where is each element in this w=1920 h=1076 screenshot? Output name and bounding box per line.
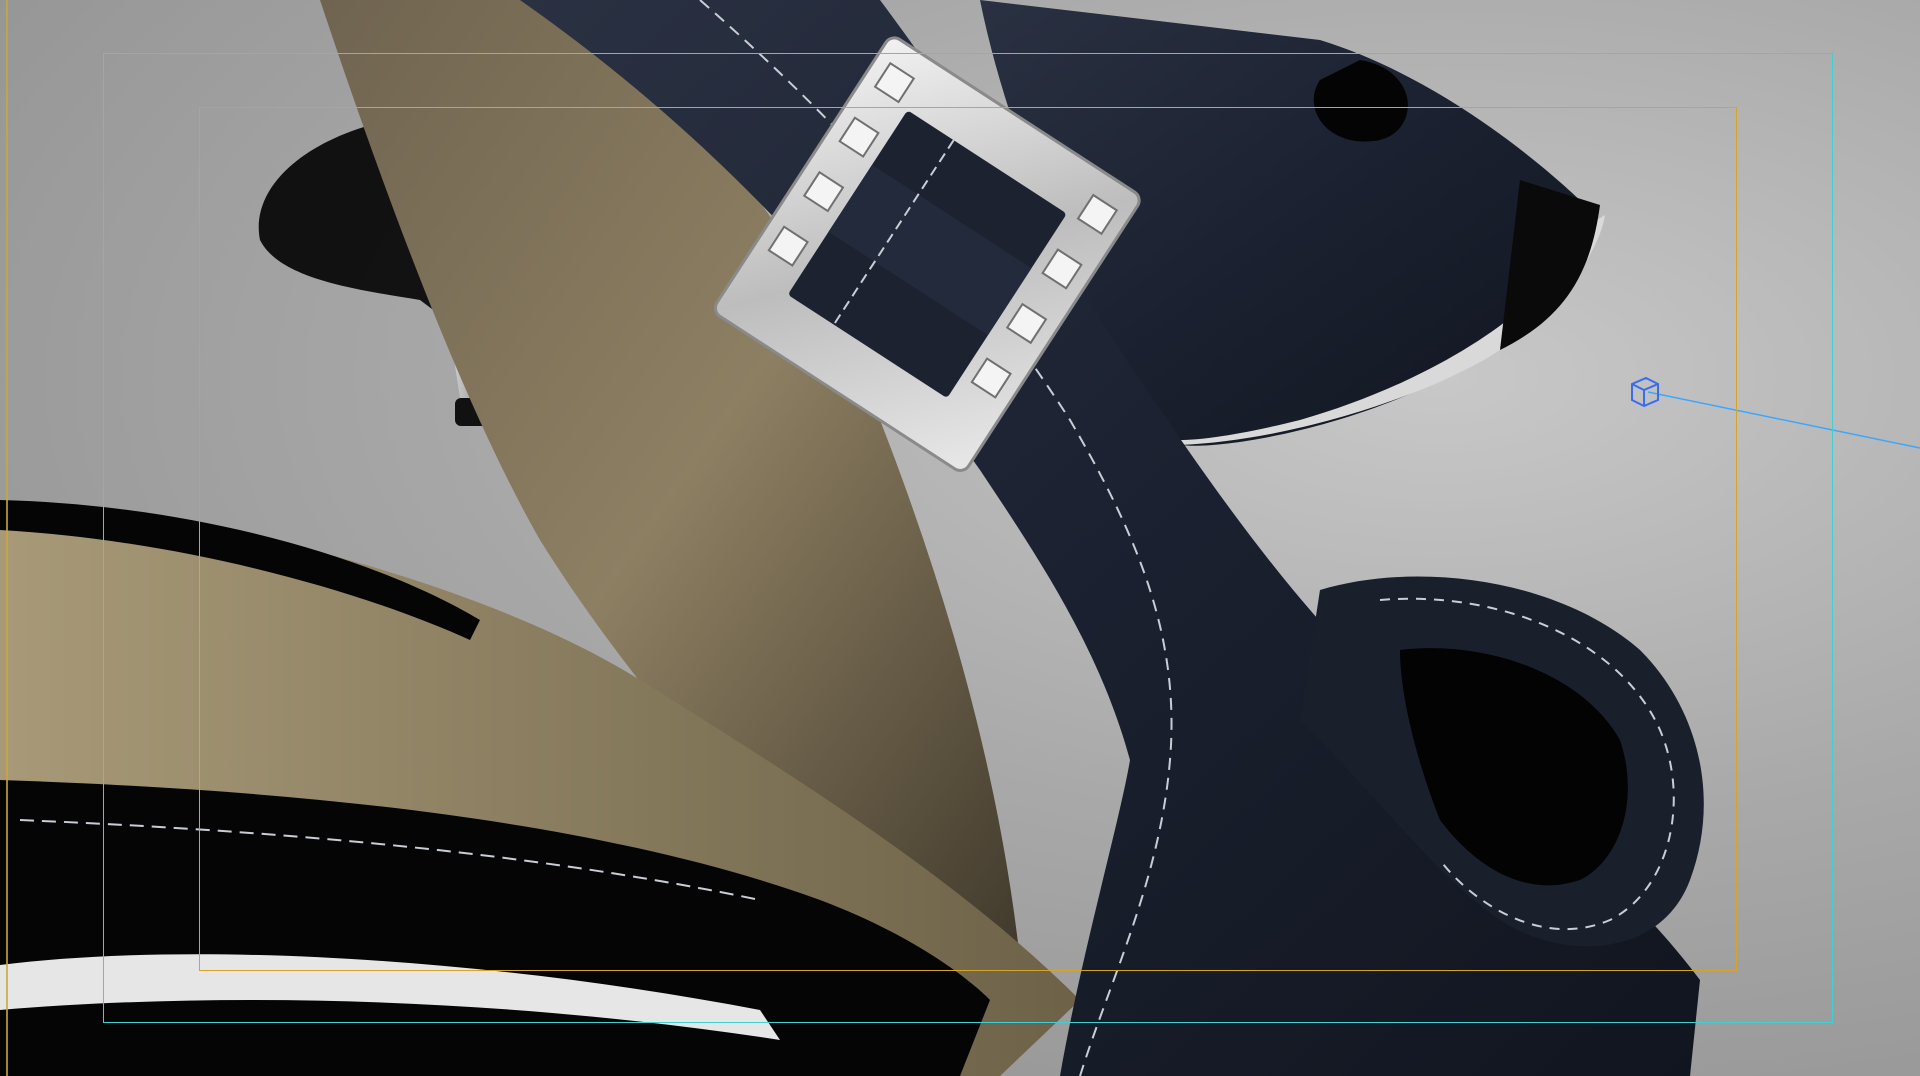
3d-render-viewport[interactable] bbox=[0, 0, 1920, 1076]
light-direction-line bbox=[1647, 391, 1920, 449]
light-gizmo[interactable] bbox=[1624, 372, 1664, 412]
cube-icon bbox=[1631, 376, 1659, 408]
shoe-render-scene bbox=[0, 0, 1920, 1076]
render-region-border bbox=[6, 0, 8, 1076]
